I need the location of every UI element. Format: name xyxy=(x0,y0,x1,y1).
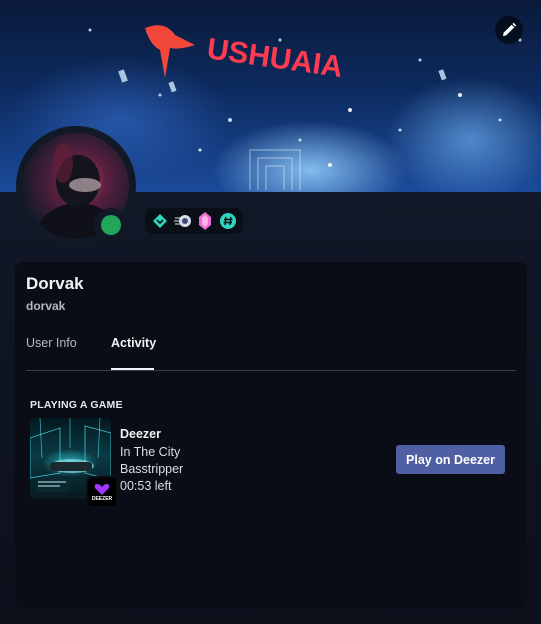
deezer-logo-text: DEEZER xyxy=(91,495,113,502)
activity-section-title: PLAYING A GAME xyxy=(30,399,123,411)
play-on-deezer-button[interactable]: Play on Deezer xyxy=(396,445,505,474)
tab-activity[interactable]: Activity xyxy=(111,336,156,350)
hypesquad-icon[interactable] xyxy=(151,212,169,230)
activity-track: In The City xyxy=(120,445,181,459)
hashtag-icon[interactable] xyxy=(219,212,237,230)
username: dorvak xyxy=(26,299,66,313)
status-indicator xyxy=(94,208,128,242)
activity-artist: Basstripper xyxy=(120,462,184,476)
tab-divider xyxy=(26,370,516,371)
edit-profile-button[interactable] xyxy=(495,16,523,44)
profile-card: USHUAIA Dorvak dorvak User Info Activity… xyxy=(0,0,541,624)
badge-list xyxy=(145,208,243,234)
activity-app-name: Deezer xyxy=(120,427,161,441)
online-status-dot xyxy=(101,215,121,235)
crystal-gem-icon[interactable] xyxy=(196,212,214,230)
banner-sign-text: USHUAIA xyxy=(205,32,345,84)
profile-panel: Dorvak dorvak User Info Activity PLAYING… xyxy=(15,262,527,608)
display-name: Dorvak xyxy=(26,274,84,293)
nitro-boost-icon[interactable] xyxy=(173,212,192,230)
deezer-logo: DEEZER xyxy=(86,476,118,508)
pencil-icon xyxy=(503,22,517,36)
deezer-heart-icon xyxy=(94,483,110,495)
tab-user-info[interactable]: User Info xyxy=(26,336,77,350)
activity-time-left: 00:53 left xyxy=(120,479,172,493)
